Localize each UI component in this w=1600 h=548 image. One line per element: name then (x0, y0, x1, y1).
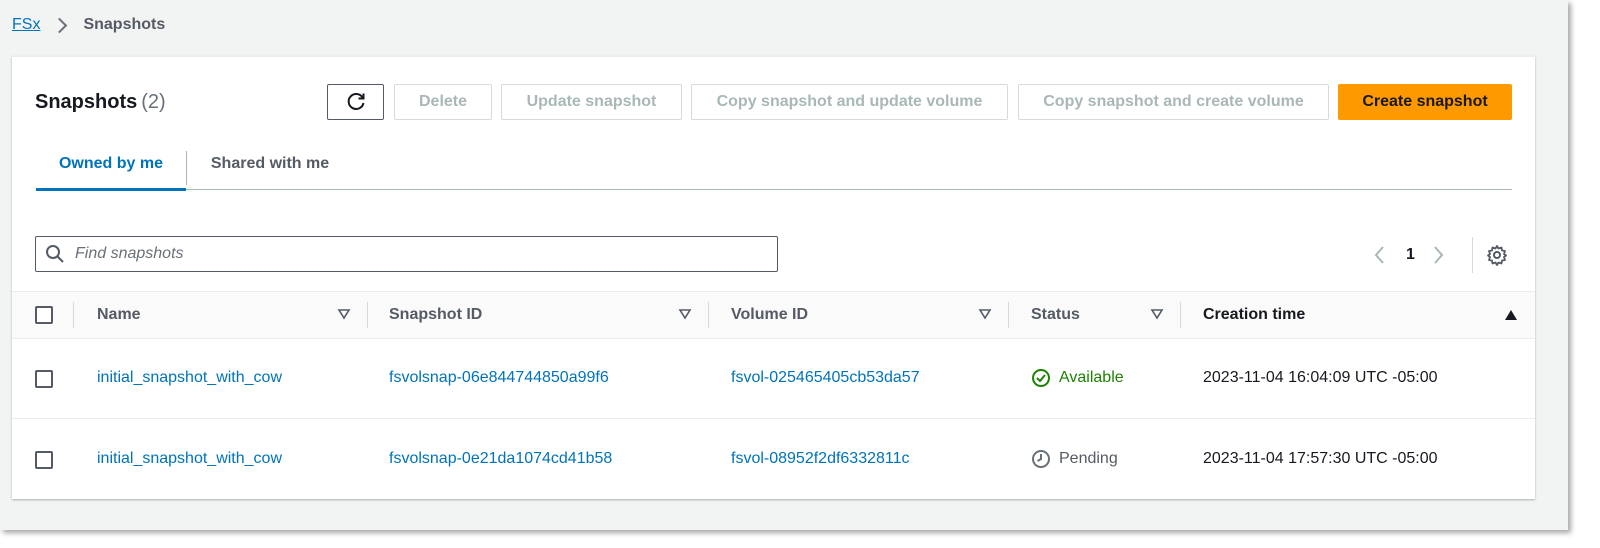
clock-icon (1031, 449, 1051, 469)
status-text: Available (1059, 369, 1124, 386)
volume-id-link[interactable]: fsvol-08952f2df6332811c (731, 419, 910, 499)
row-checkbox[interactable] (35, 370, 53, 388)
snapshot-name-link[interactable]: initial_snapshot_with_cow (97, 419, 282, 499)
snapshots-panel: Snapshots (2) Delete Update snapshot Copy… (12, 56, 1535, 499)
breadcrumb-fsx-link[interactable]: FSx (12, 16, 40, 34)
column-header-creation-time[interactable]: Creation time (1203, 292, 1305, 338)
tab-shared-with-me[interactable]: Shared with me (187, 139, 353, 189)
column-header-name[interactable]: Name (97, 292, 141, 338)
sort-down-icon[interactable] (337, 308, 351, 320)
breadcrumb-current: Snapshots (83, 16, 166, 33)
table-row: initial_snapshot_with_cow fsvolsnap-06e8… (12, 338, 1535, 419)
column-separator (367, 302, 368, 328)
copy-update-volume-button[interactable]: Copy snapshot and update volume (691, 84, 1008, 120)
column-separator (73, 302, 74, 328)
search-box (35, 236, 778, 272)
creation-time: 2023-11-04 17:57:30 UTC -05:00 (1203, 450, 1438, 467)
search-input[interactable] (73, 238, 777, 270)
title-text: Snapshots (35, 91, 138, 113)
sort-down-icon[interactable] (678, 308, 692, 320)
page-title: Snapshots (2) (35, 91, 166, 114)
page: FSx Snapshots Snapshots (2) Delete Update… (0, 0, 1568, 530)
column-separator (1008, 302, 1009, 328)
column-header-volume-id[interactable]: Volume ID (731, 292, 808, 338)
select-all-checkbox[interactable] (35, 306, 53, 324)
current-page[interactable]: 1 (1406, 246, 1415, 264)
gear-icon[interactable] (1486, 244, 1508, 266)
sort-ascending-icon[interactable] (1504, 309, 1518, 321)
sort-down-icon[interactable] (1150, 308, 1164, 320)
column-separator (1180, 302, 1181, 328)
breadcrumb: FSx Snapshots (12, 14, 165, 36)
delete-button[interactable]: Delete (394, 84, 492, 120)
table-row: initial_snapshot_with_cow fsvolsnap-0e21… (12, 419, 1535, 499)
column-header-snapshot-id[interactable]: Snapshot ID (389, 292, 482, 338)
copy-create-volume-button[interactable]: Copy snapshot and create volume (1018, 84, 1329, 120)
chevron-left-icon[interactable] (1372, 245, 1388, 265)
tabs: Owned by me Shared with me (36, 139, 1512, 191)
sort-down-icon[interactable] (978, 308, 992, 320)
pagination: 1 (1372, 240, 1446, 270)
title-count: (2) (141, 91, 166, 113)
volume-id-link[interactable]: fsvol-025465405cb53da57 (731, 338, 920, 418)
refresh-icon (347, 93, 364, 110)
column-separator (708, 302, 709, 328)
chevron-right-icon (52, 17, 68, 33)
status-text: Pending (1059, 450, 1118, 467)
snapshot-name-link[interactable]: initial_snapshot_with_cow (97, 338, 282, 418)
status-badge: Available (1031, 338, 1124, 418)
tab-owned-by-me[interactable]: Owned by me (36, 139, 186, 191)
table-header: Name Snapshot ID Volume ID Status Creati… (12, 291, 1535, 339)
create-snapshot-button[interactable]: Create snapshot (1338, 84, 1512, 120)
row-checkbox[interactable] (35, 451, 53, 469)
refresh-button[interactable] (327, 84, 384, 120)
column-header-status[interactable]: Status (1031, 292, 1080, 338)
status-badge: Pending (1031, 419, 1118, 499)
chevron-right-icon[interactable] (1430, 245, 1446, 265)
check-circle-icon (1031, 368, 1051, 388)
search-icon (46, 245, 64, 263)
pager-divider (1472, 237, 1473, 273)
update-snapshot-button[interactable]: Update snapshot (501, 84, 682, 120)
creation-time: 2023-11-04 16:04:09 UTC -05:00 (1203, 369, 1438, 386)
snapshot-id-link[interactable]: fsvolsnap-06e844744850a99f6 (389, 338, 609, 418)
snapshot-id-link[interactable]: fsvolsnap-0e21da1074cd41b58 (389, 419, 612, 499)
